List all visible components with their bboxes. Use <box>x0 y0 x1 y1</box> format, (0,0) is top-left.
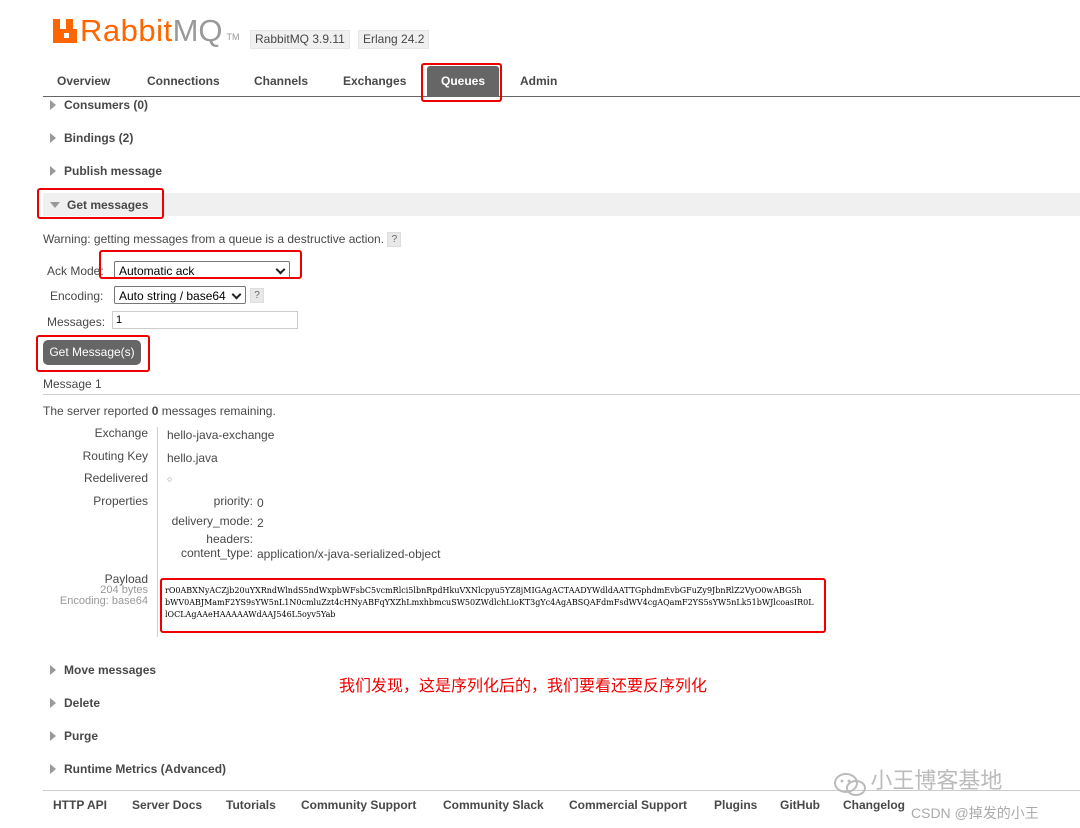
footer-link-github[interactable]: GitHub <box>780 798 820 812</box>
remaining-status: The server reported 0 messages remaining… <box>43 404 276 418</box>
rabbitmq-logo[interactable]: Rabbit MQ TM <box>53 14 240 46</box>
footer-link-plugins[interactable]: Plugins <box>714 798 757 812</box>
get-messages-header-bar <box>43 193 1080 216</box>
encoding-select[interactable]: Auto string / base64 <box>114 286 246 304</box>
footer-link-tutorials[interactable]: Tutorials <box>226 798 276 812</box>
wechat-icon <box>834 772 866 796</box>
encoding-value: Auto string / base64 <box>119 289 226 303</box>
footer-link-server-docs[interactable]: Server Docs <box>132 798 202 812</box>
expand-icon <box>50 166 56 176</box>
destructive-warning: Warning: getting messages from a queue i… <box>43 232 402 248</box>
logo-suffix-text: MQ <box>172 13 223 48</box>
messages-count-input[interactable]: 1 <box>112 311 298 329</box>
section-purge[interactable]: Purge <box>50 729 98 743</box>
priority-value: 0 <box>257 496 264 510</box>
section-move-label: Move messages <box>64 663 157 677</box>
message-title: Message 1 <box>43 377 102 391</box>
annotation-note: 我们发现，这是序列化后的，我们要看还要反序列化 <box>339 678 708 695</box>
section-move-messages[interactable]: Move messages <box>50 663 156 677</box>
headers-key: headers: <box>206 532 253 546</box>
divider <box>43 394 1080 395</box>
section-delete-label: Delete <box>64 696 101 710</box>
section-publish[interactable]: Publish message <box>50 164 162 178</box>
help-icon[interactable]: ? <box>387 232 402 248</box>
routing-key-value: hello.java <box>167 451 218 465</box>
csdn-watermark: CSDN @掉发的小王 <box>911 805 1039 821</box>
section-bindings[interactable]: Bindings (2) <box>50 131 133 145</box>
payload-highlight <box>160 578 826 633</box>
ack-mode-highlight <box>99 250 302 279</box>
wechat-watermark: 小王博客基地 <box>833 763 1002 799</box>
encoding-label: Encoding: <box>50 289 104 303</box>
erlang-version-badge: Erlang 24.2 <box>358 30 430 49</box>
expand-icon <box>50 698 56 708</box>
section-runtime-metrics[interactable]: Runtime Metrics (Advanced) <box>50 762 226 776</box>
rabbit-logo-icon <box>53 19 77 43</box>
expand-icon <box>50 100 56 110</box>
content-type-value: application/x-java-serialized-object <box>257 547 441 561</box>
get-button-highlight <box>36 335 150 372</box>
tab-channels[interactable]: Channels <box>254 74 308 88</box>
expand-icon <box>50 665 56 675</box>
expand-icon <box>50 731 56 741</box>
queues-tab-highlight <box>421 63 502 102</box>
payload-encoding: Encoding: base64 <box>59 595 148 607</box>
tab-overview[interactable]: Overview <box>57 74 110 88</box>
wechat-watermark-text: 小王博客基地 <box>870 768 1003 793</box>
redelivered-indicator: ○ <box>167 474 173 484</box>
footer-link-http-api[interactable]: HTTP API <box>53 798 107 812</box>
properties-label: Properties <box>93 494 148 508</box>
exchange-label: Exchange <box>94 426 148 440</box>
get-messages-highlight <box>37 188 164 219</box>
routing-key-label: Routing Key <box>82 449 148 463</box>
tab-connections[interactable]: Connections <box>147 74 220 88</box>
tab-exchanges[interactable]: Exchanges <box>343 74 406 88</box>
footer-link-community-slack[interactable]: Community Slack <box>443 798 544 812</box>
delivery-mode-key: delivery_mode: <box>171 514 253 528</box>
warning-text: Warning: getting messages from a queue i… <box>43 232 385 246</box>
details-separator <box>157 427 158 637</box>
help-icon[interactable]: ? <box>250 288 264 303</box>
expand-icon <box>50 764 56 774</box>
section-purge-label: Purge <box>64 729 99 743</box>
footer-link-commercial-support[interactable]: Commercial Support <box>569 798 687 812</box>
section-publish-label: Publish message <box>64 164 163 178</box>
section-runtime-label: Runtime Metrics (Advanced) <box>64 762 227 776</box>
ack-mode-label: Ack Mode: <box>47 264 104 278</box>
remaining-prefix: The server reported <box>43 404 152 418</box>
content-type-key: content_type: <box>180 546 253 560</box>
section-delete[interactable]: Delete <box>50 696 100 710</box>
remaining-suffix: messages remaining. <box>158 404 276 418</box>
section-consumers-label: Consumers (0) <box>64 98 149 112</box>
logo-brand-text: Rabbit <box>80 13 173 48</box>
main-nav: Overview Connections Channels Exchanges … <box>43 66 1080 97</box>
redelivered-label: Redelivered <box>83 471 148 485</box>
section-bindings-label: Bindings (2) <box>64 131 134 145</box>
exchange-value: hello-java-exchange <box>167 428 275 442</box>
footer-link-community-support[interactable]: Community Support <box>301 798 416 812</box>
expand-icon <box>50 133 56 143</box>
delivery-mode-value: 2 <box>257 516 264 530</box>
tab-admin[interactable]: Admin <box>520 74 557 88</box>
rabbitmq-version-badge: RabbitMQ 3.9.11 <box>250 30 350 49</box>
footer-link-changelog[interactable]: Changelog <box>843 798 905 812</box>
section-consumers[interactable]: Consumers (0) <box>50 98 148 112</box>
logo-trademark: TM <box>226 32 240 42</box>
messages-label: Messages: <box>47 315 106 329</box>
priority-key: priority: <box>213 494 253 508</box>
chevron-down-icon <box>231 289 242 300</box>
